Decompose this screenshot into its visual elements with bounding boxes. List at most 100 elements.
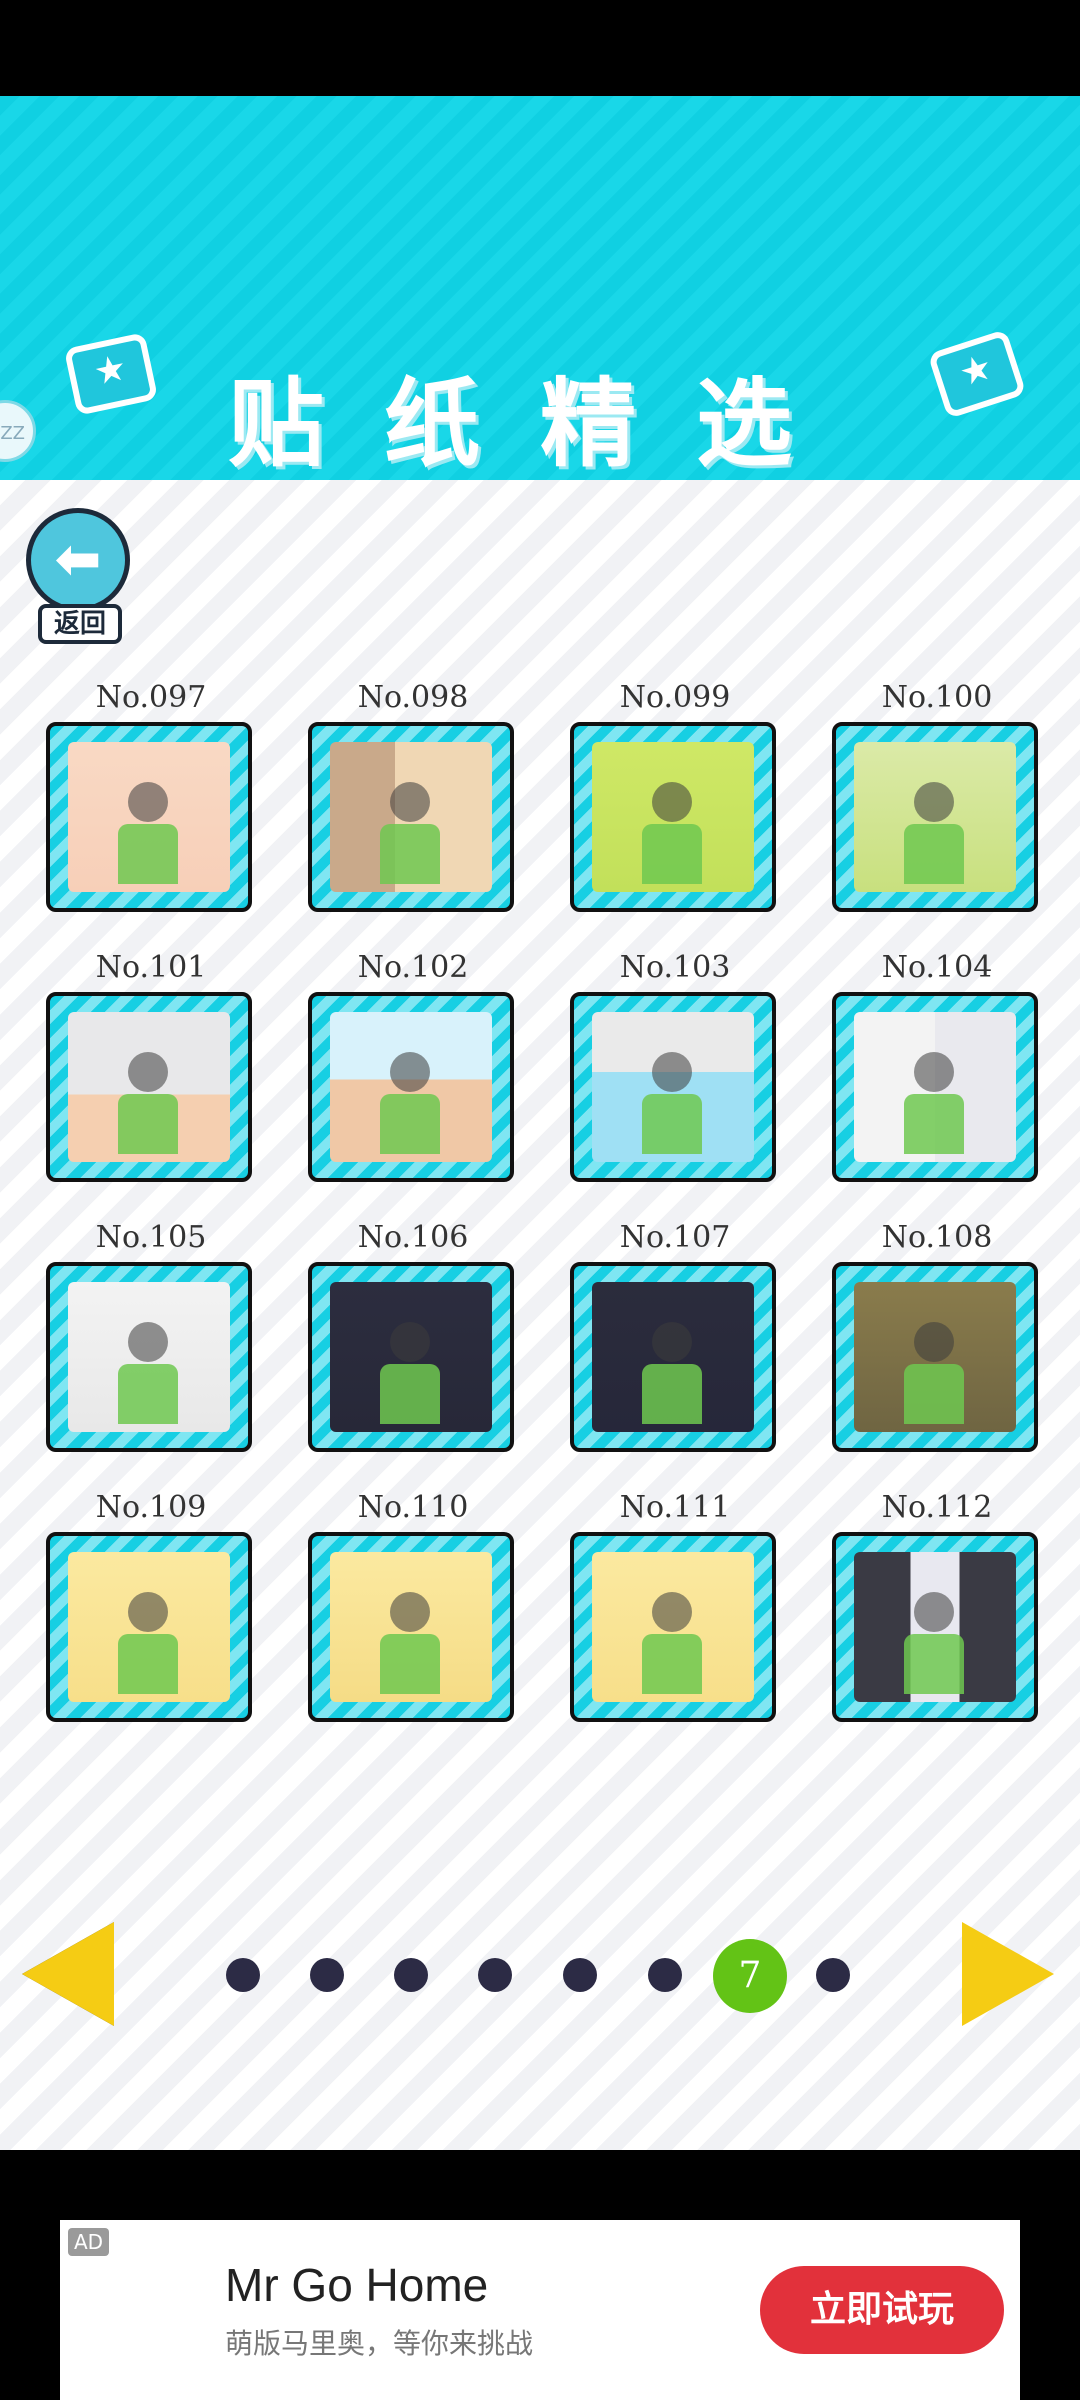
ad-subtitle: 萌版马里奥，等你来挑战 xyxy=(225,2327,534,2360)
page-dot[interactable] xyxy=(478,1958,512,1992)
figure-body-shape xyxy=(642,1094,702,1154)
figure-body-shape xyxy=(380,1094,440,1154)
sticker-number-label: No.097 xyxy=(95,680,207,715)
ad-banner[interactable]: AD Mr Go Home 萌版马里奥，等你来挑战 立即试玩 xyxy=(60,2220,1020,2400)
sticker-cell[interactable]: No.111 xyxy=(570,1490,780,1760)
sticker-image xyxy=(592,1552,754,1702)
sticker-number-label: No.107 xyxy=(619,1220,731,1255)
sticker-cell[interactable]: No.100 xyxy=(832,680,1042,950)
page-dot[interactable] xyxy=(816,1958,850,1992)
sticker-cell[interactable]: No.105 xyxy=(46,1220,256,1490)
sticker-frame[interactable] xyxy=(46,992,252,1182)
sticker-cell[interactable]: No.106 xyxy=(308,1220,518,1490)
page-title: 贴纸精选 xyxy=(228,368,852,480)
sticker-frame[interactable] xyxy=(832,1262,1038,1452)
back-button[interactable]: ⬅ 返回 xyxy=(26,508,136,648)
sticker-image xyxy=(592,742,754,892)
ad-play-button[interactable]: 立即试玩 xyxy=(760,2266,1004,2354)
sticker-cell[interactable]: No.102 xyxy=(308,950,518,1220)
sticker-cell[interactable]: No.098 xyxy=(308,680,518,950)
sticker-image xyxy=(592,1012,754,1162)
figure-shape xyxy=(652,782,692,822)
sticker-number-label: No.110 xyxy=(357,1490,469,1525)
sticker-frame[interactable] xyxy=(570,992,776,1182)
figure-shape xyxy=(652,1052,692,1092)
sticker-frame[interactable] xyxy=(570,1262,776,1452)
sticker-frame[interactable] xyxy=(832,992,1038,1182)
sticker-frame[interactable] xyxy=(46,1262,252,1452)
figure-shape xyxy=(128,1322,168,1362)
sticker-number-label: No.098 xyxy=(357,680,469,715)
sticker-frame[interactable] xyxy=(832,722,1038,912)
sticker-cell[interactable]: No.099 xyxy=(570,680,780,950)
figure-shape xyxy=(128,1052,168,1092)
sticker-image xyxy=(854,742,1016,892)
page-dot[interactable] xyxy=(394,1958,428,1992)
previous-page-arrow[interactable] xyxy=(22,1922,114,2026)
sticker-cell[interactable]: No.109 xyxy=(46,1490,256,1760)
figure-shape xyxy=(652,1322,692,1362)
sticker-number-label: No.109 xyxy=(95,1490,207,1525)
sticker-frame[interactable] xyxy=(308,722,514,912)
page-dot[interactable] xyxy=(648,1958,682,1992)
sticker-frame[interactable] xyxy=(308,1532,514,1722)
figure-body-shape xyxy=(118,1634,178,1694)
back-arrow-icon: ⬅ xyxy=(54,527,102,592)
sticker-cell[interactable]: No.108 xyxy=(832,1220,1042,1490)
figure-body-shape xyxy=(904,1364,964,1424)
sticker-cell[interactable]: No.110 xyxy=(308,1490,518,1760)
sticker-cell[interactable]: No.101 xyxy=(46,950,256,1220)
ad-title: Mr Go Home xyxy=(225,2259,489,2311)
page-dot-current[interactable]: 7 xyxy=(713,1939,787,2013)
back-button-label: 返回 xyxy=(38,604,122,644)
sticker-frame[interactable] xyxy=(308,1262,514,1452)
page-dot[interactable] xyxy=(226,1958,260,1992)
figure-shape xyxy=(128,782,168,822)
figure-body-shape xyxy=(904,1634,964,1694)
figure-body-shape xyxy=(904,824,964,884)
sticker-frame[interactable] xyxy=(46,1532,252,1722)
sticker-image xyxy=(68,1282,230,1432)
figure-body-shape xyxy=(642,1364,702,1424)
sticker-image xyxy=(592,1282,754,1432)
sticker-image xyxy=(330,1282,492,1432)
figure-shape xyxy=(128,1592,168,1632)
next-page-arrow[interactable] xyxy=(962,1922,1054,2026)
back-circle: ⬅ xyxy=(26,508,130,612)
sticker-frame[interactable] xyxy=(46,722,252,912)
sticker-frame[interactable] xyxy=(570,722,776,912)
page-dot[interactable] xyxy=(310,1958,344,1992)
sticker-image xyxy=(330,742,492,892)
figure-shape xyxy=(914,782,954,822)
sticker-image xyxy=(68,1552,230,1702)
sticker-number-label: No.108 xyxy=(881,1220,993,1255)
sticker-image xyxy=(330,1012,492,1162)
header-banner: ★ ★ 贴纸精选 xyxy=(0,96,1080,480)
sticker-number-label: No.106 xyxy=(357,1220,469,1255)
sticker-cell[interactable]: No.112 xyxy=(832,1490,1042,1760)
page-dot[interactable] xyxy=(563,1958,597,1992)
sticker-cell[interactable]: No.107 xyxy=(570,1220,780,1490)
sticker-image xyxy=(854,1552,1016,1702)
figure-body-shape xyxy=(118,824,178,884)
sticker-number-label: No.100 xyxy=(881,680,993,715)
figure-shape xyxy=(390,1052,430,1092)
figure-body-shape xyxy=(642,824,702,884)
figure-body-shape xyxy=(380,1364,440,1424)
sticker-number-label: No.099 xyxy=(619,680,731,715)
sticker-cell[interactable]: No.104 xyxy=(832,950,1042,1220)
sticker-cell[interactable]: No.097 xyxy=(46,680,256,950)
sticker-number-label: No.104 xyxy=(881,950,993,985)
figure-shape xyxy=(914,1052,954,1092)
ad-badge: AD xyxy=(68,2228,110,2256)
sticker-frame[interactable] xyxy=(570,1532,776,1722)
sticker-number-label: No.105 xyxy=(95,1220,207,1255)
sticker-number-label: No.111 xyxy=(619,1490,731,1525)
sticker-gallery: ⬅ 返回 No.097 No.098 No.099 No.100 No.101 No.10… xyxy=(0,480,1080,2150)
status-bar xyxy=(0,0,1080,96)
sticker-cell[interactable]: No.103 xyxy=(570,950,780,1220)
sticker-frame[interactable] xyxy=(832,1532,1038,1722)
figure-body-shape xyxy=(904,1094,964,1154)
sticker-frame[interactable] xyxy=(308,992,514,1182)
sticker-number-label: No.102 xyxy=(357,950,469,985)
